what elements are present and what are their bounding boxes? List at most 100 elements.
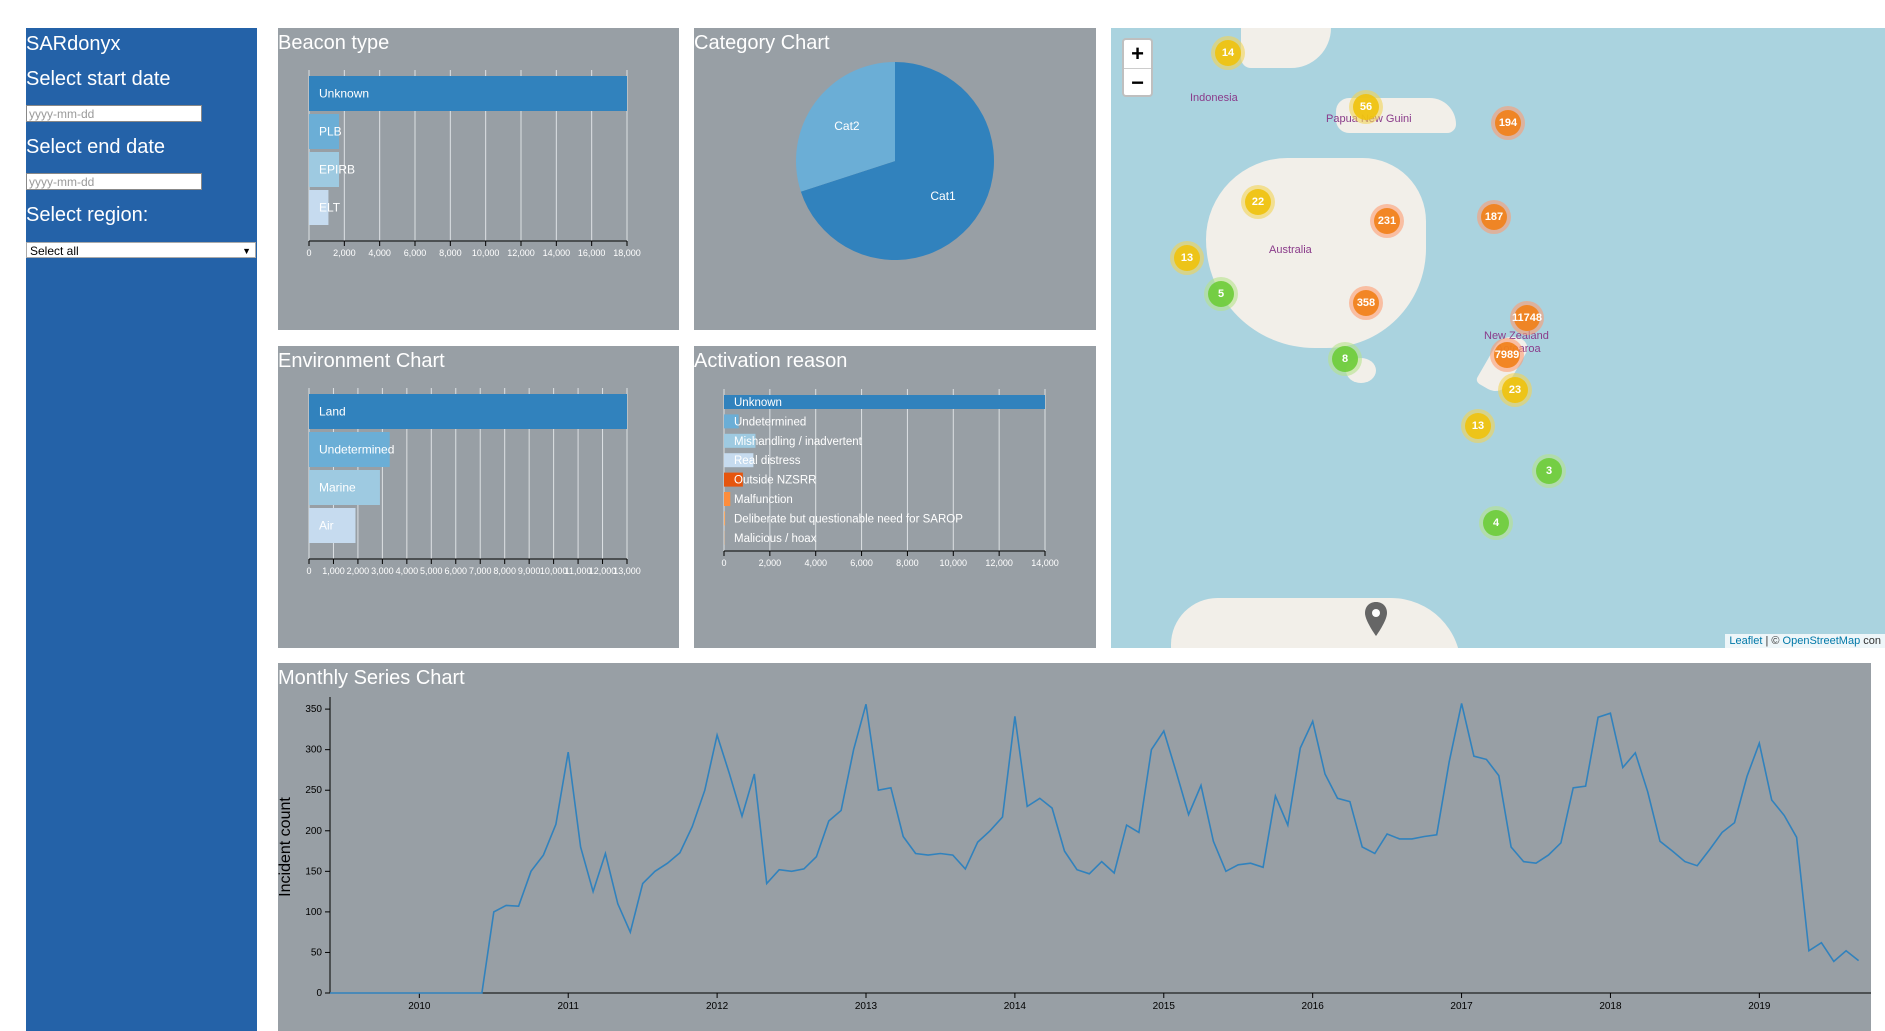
map-cluster-marker[interactable]: 3 <box>1532 454 1566 488</box>
attribution-separator: | © <box>1762 635 1783 647</box>
x-tick-label: 12,000 <box>507 248 535 258</box>
y-tick-label: 300 <box>305 745 322 756</box>
map-cluster-marker[interactable]: 56 <box>1349 90 1383 124</box>
map-cluster-count: 231 <box>1374 208 1400 234</box>
y-axis-label: Incident count <box>278 797 294 897</box>
x-tick-label: 2011 <box>557 1001 579 1012</box>
map-cluster-marker[interactable]: 22 <box>1241 185 1275 219</box>
map-cluster-marker[interactable]: 11748 <box>1510 301 1544 335</box>
x-tick-label: 14,000 <box>543 248 571 258</box>
map-marker-pin-icon[interactable] <box>1365 602 1387 636</box>
bar-label: Malicious / hoax <box>734 533 817 545</box>
end-date-input[interactable] <box>26 173 202 190</box>
y-tick-label: 250 <box>305 785 322 796</box>
map-cluster-count: 22 <box>1245 189 1271 215</box>
category-panel: Category Chart Cat1 Cat2 <box>694 28 1096 330</box>
bar-label: EPIRB <box>319 163 355 177</box>
sidebar: SARdonyx Select start date Select end da… <box>26 28 257 1031</box>
y-tick-label: 50 <box>311 947 323 958</box>
x-tick-label: 0 <box>306 566 311 576</box>
map-cluster-marker[interactable]: 7989 <box>1490 338 1524 372</box>
pie-label: Cat2 <box>834 119 860 133</box>
zoom-control: + − <box>1122 38 1153 97</box>
bar <box>724 511 726 526</box>
x-tick-label: 4,000 <box>396 566 419 576</box>
series-line <box>330 703 1860 994</box>
bar-label: Undetermined <box>319 443 394 457</box>
zoom-out-button[interactable]: − <box>1124 69 1151 97</box>
map-cluster-count: 358 <box>1353 290 1379 316</box>
y-tick-label: 350 <box>305 704 322 715</box>
map-cluster-marker[interactable]: 23 <box>1498 373 1532 407</box>
bar-label: ELT <box>319 201 341 215</box>
map-attribution: Leaflet | © OpenStreetMap con <box>1725 634 1885 648</box>
y-tick-label: 200 <box>305 826 322 837</box>
map-cluster-marker[interactable]: 5 <box>1204 277 1238 311</box>
map-cluster-count: 13 <box>1465 413 1491 439</box>
map-cluster-count: 13 <box>1174 245 1200 271</box>
map-cluster-marker[interactable]: 4 <box>1479 506 1513 540</box>
x-tick-label: 8,000 <box>896 558 919 568</box>
x-tick-label: 2013 <box>855 1001 878 1012</box>
map-cluster-count: 56 <box>1353 94 1379 120</box>
x-tick-label: 2019 <box>1748 1001 1771 1012</box>
x-tick-label: 16,000 <box>578 248 606 258</box>
bar-label: PLB <box>319 125 342 139</box>
start-date-label: Select start date <box>26 68 171 90</box>
monthly-series-chart: 0 50 100 150 200 250 300 350 2010 2011 2012 2013 201… <box>278 697 1871 1012</box>
bar <box>724 492 731 506</box>
x-tick-label: 1,000 <box>322 566 345 576</box>
leaflet-link[interactable]: Leaflet <box>1729 635 1762 647</box>
y-tick-label: 0 <box>316 988 322 999</box>
x-tick-label: 10,000 <box>940 558 968 568</box>
map-cluster-marker[interactable]: 194 <box>1491 106 1525 140</box>
region-select[interactable]: Select all ▼ <box>26 242 256 258</box>
map-cluster-marker[interactable]: 14 <box>1211 36 1245 70</box>
x-tick-label: 12,000 <box>589 566 617 576</box>
map-cluster-marker[interactable]: 231 <box>1370 204 1404 238</box>
x-tick-label: 4,000 <box>368 248 391 258</box>
x-tick-label: 2014 <box>1004 1001 1027 1012</box>
beacon-type-chart: 0 2,000 4,000 6,000 8,000 10,000 12,000 14,000 1… <box>306 70 641 258</box>
x-tick-label: 8,000 <box>493 566 516 576</box>
x-tick-label: 7,000 <box>469 566 492 576</box>
pie-label: Cat1 <box>930 189 956 203</box>
start-date-input[interactable] <box>26 105 202 122</box>
x-tick-label: 8,000 <box>439 248 462 258</box>
osm-link[interactable]: OpenStreetMap <box>1783 635 1861 647</box>
map-cluster-count: 187 <box>1481 204 1507 230</box>
x-tick-label: 2015 <box>1153 1001 1176 1012</box>
map-label-australia: Australia <box>1269 244 1312 256</box>
x-tick-label: 5,000 <box>420 566 443 576</box>
x-tick-label: 2,000 <box>347 566 370 576</box>
map-cluster-marker[interactable]: 13 <box>1461 409 1495 443</box>
map-cluster-count: 23 <box>1502 377 1528 403</box>
map-cluster-count: 4 <box>1483 510 1509 536</box>
x-tick-label: 2018 <box>1599 1001 1622 1012</box>
x-tick-label: 9,000 <box>518 566 541 576</box>
map-cluster-count: 7989 <box>1494 342 1520 368</box>
bar-label: Land <box>319 405 346 419</box>
map-cluster-count: 3 <box>1536 458 1562 484</box>
bar-label: Undetermined <box>734 416 806 428</box>
y-tick-label: 100 <box>305 907 322 918</box>
map-cluster-marker[interactable]: 187 <box>1477 200 1511 234</box>
x-tick-label: 10,000 <box>540 566 568 576</box>
map-cluster-marker[interactable]: 13 <box>1170 241 1204 275</box>
zoom-in-button[interactable]: + <box>1124 40 1151 69</box>
x-tick-label: 2,000 <box>333 248 356 258</box>
map-cluster-marker[interactable]: 358 <box>1349 286 1383 320</box>
land-australia <box>1206 158 1426 348</box>
activation-panel: Activation reason 0 2,000 4,000 6,000 8,000 1… <box>694 346 1096 648</box>
bar-label: Outside NZSRR <box>734 475 816 487</box>
land-antarctica <box>1171 598 1461 648</box>
environment-panel: Environment Chart 0 1,000 2,000 3,000 4,000 5… <box>278 346 679 648</box>
x-tick-label: 14,000 <box>1031 558 1059 568</box>
map-cluster-count: 194 <box>1495 110 1521 136</box>
map-cluster-marker[interactable]: 8 <box>1328 342 1362 376</box>
map[interactable]: Indonesia Papua New Guini Australia New … <box>1111 28 1885 648</box>
y-tick-label: 150 <box>305 866 322 877</box>
bar-label: Unknown <box>734 397 782 409</box>
category-chart: Cat1 Cat2 <box>796 62 994 260</box>
map-label-indonesia: Indonesia <box>1190 92 1238 104</box>
